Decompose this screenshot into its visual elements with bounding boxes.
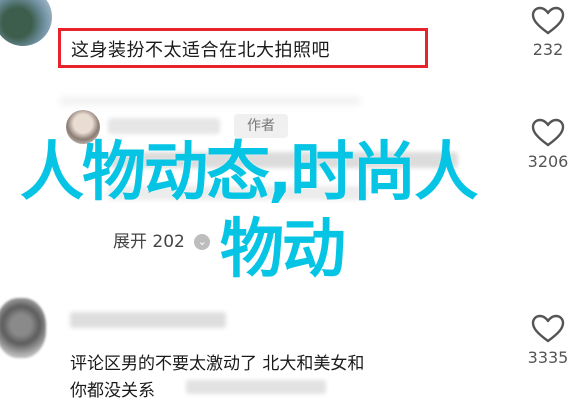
like-button[interactable]: 232 (518, 6, 575, 59)
avatar[interactable] (0, 0, 52, 46)
blurred-content (186, 380, 326, 394)
like-count: 232 (532, 40, 564, 59)
like-count: 3206 (527, 152, 569, 171)
heart-icon (531, 314, 565, 343)
like-count: 3335 (527, 348, 569, 367)
heart-icon (531, 118, 565, 147)
comment-text: 你都没关系 (70, 381, 155, 401)
blurred-username (70, 312, 226, 328)
chevron-down-icon: ⌄ (194, 234, 211, 250)
blurred-content (60, 96, 360, 106)
like-button[interactable]: 3206 (518, 118, 575, 171)
avatar[interactable] (0, 298, 46, 358)
like-button[interactable]: 3335 (518, 314, 575, 367)
expand-label: 展开 202 (113, 232, 185, 252)
expand-replies[interactable]: 展开 202 ⌄ (113, 227, 211, 252)
comment-text: 这身装扮不太适合在北大拍照吧 (71, 40, 330, 61)
heart-icon (531, 6, 565, 35)
author-tag: 作者 (234, 114, 288, 138)
blurred-username (108, 118, 220, 134)
overlay-title: 人物动态,时尚人 (20, 136, 478, 210)
overlay-title: 物动 (220, 213, 346, 287)
comment-text: 评论区男的不要太激动了 北大和美女和 (70, 354, 365, 374)
